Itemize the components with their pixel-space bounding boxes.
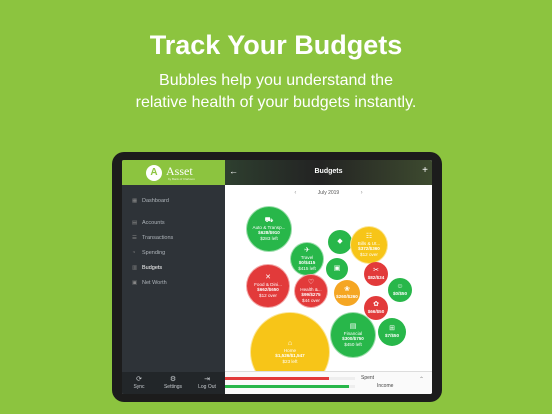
spent-income-summary[interactable]: Spent Income ⌃	[225, 371, 432, 394]
bubble-status: $415 left	[298, 265, 316, 271]
sidebar-item-label: Transactions	[142, 235, 174, 241]
budget-bubble-shopping[interactable]: ✂ $82/$34	[364, 262, 388, 286]
tablet-device: A Asset by Bank of Clarkson ▦ Dashboard ▤…	[112, 152, 442, 402]
brand-header: A Asset by Bank of Clarkson	[122, 160, 225, 185]
page-title: Budgets	[314, 168, 343, 175]
bills-icon: ☷	[365, 232, 373, 240]
bubble-amount: $260/$260	[336, 294, 358, 300]
settings-button[interactable]: ⚙ Settings	[158, 375, 188, 390]
sidebar-item-dashboard[interactable]: ▦ Dashboard	[132, 196, 169, 206]
plane-icon: ✈	[304, 246, 310, 254]
budget-bubble-kids[interactable]: ☺ $0/$50	[388, 278, 412, 302]
income-label: Income	[377, 383, 394, 389]
gift-icon: ◆	[337, 238, 343, 245]
app-tagline: by Bank of Clarkson	[168, 177, 195, 181]
sidebar-item-label: Accounts	[142, 220, 165, 226]
add-budget-button[interactable]: +	[422, 165, 428, 176]
car-icon: ⛟	[264, 216, 274, 224]
budget-bubble-entertainment[interactable]: ▣	[326, 258, 348, 280]
education-icon: ❀	[344, 286, 350, 294]
sidebar-item-label: Dashboard	[142, 198, 169, 204]
budget-bubble-travel[interactable]: ✈ Travel $0/$415 $415 left	[290, 242, 324, 276]
bubble-status: $283 left	[260, 235, 278, 241]
prev-month-icon[interactable]: ‹	[294, 190, 296, 196]
bubble-status: $44 over	[302, 297, 320, 303]
top-bar: ← Budgets +	[225, 160, 432, 185]
bubble-status: $23 left	[282, 358, 298, 364]
cart-icon: ⊞	[389, 325, 395, 333]
budget-bubble-uncategorized[interactable]: ⊞ $7/$50	[378, 318, 406, 346]
budget-bubble-food-dining[interactable]: ✕ Food & Dini... $662/$650 $12 over	[246, 264, 290, 308]
home-icon: ⌂	[287, 339, 293, 347]
next-month-icon[interactable]: ›	[361, 190, 363, 196]
entertainment-icon: ▣	[333, 265, 341, 272]
sync-button[interactable]: ⟳ Sync	[124, 375, 154, 390]
month-label: July 2019	[317, 190, 340, 196]
shopping-icon: ✂	[373, 267, 379, 275]
net-worth-icon: ▣	[132, 280, 138, 286]
sync-label: Sync	[133, 384, 145, 390]
heart-icon: ♡	[307, 278, 315, 286]
spent-bar	[225, 377, 329, 380]
financial-icon: ▤	[349, 322, 357, 330]
sidebar-item-label: Spending	[142, 250, 166, 256]
logout-icon: ⇥	[204, 376, 210, 383]
month-selector: ‹ July 2019 ›	[225, 190, 432, 196]
headline: Track Your Budgets	[149, 30, 403, 60]
sidebar-item-label: Budgets	[142, 265, 163, 271]
sidebar-footer: ⟳ Sync ⚙ Settings ⇥ Log Out	[122, 372, 225, 394]
bubble-amount: $82/$34	[367, 275, 385, 281]
sidebar: A Asset by Bank of Clarkson ▦ Dashboard ▤…	[122, 160, 225, 394]
budget-bubble-financial[interactable]: ▤ Financial $300/$750 $450 left	[330, 312, 376, 358]
bubble-status: $12 over	[259, 292, 277, 298]
logout-button[interactable]: ⇥ Log Out	[192, 375, 222, 390]
spent-label: Spent	[361, 375, 375, 381]
bubble-amount: $66/$50	[367, 309, 385, 315]
chevron-up-icon[interactable]: ⌃	[419, 376, 424, 383]
budget-bubble-bills-utilities[interactable]: ☷ Bills & Ut... $372/$360 $12 over	[350, 226, 388, 264]
logout-label: Log Out	[198, 384, 216, 390]
settings-icon: ⚙	[169, 376, 177, 383]
accounts-icon: ▤	[132, 220, 138, 226]
bubble-amount: $0/$50	[392, 291, 408, 297]
app-logo: A	[146, 165, 162, 181]
sidebar-item-transactions[interactable]: ☰ Transactions	[132, 233, 173, 243]
bubble-status: $12 over	[360, 251, 378, 257]
settings-label: Settings	[163, 384, 183, 390]
sidebar-item-budgets[interactable]: ▥ Budgets	[132, 263, 162, 273]
app-screen: A Asset by Bank of Clarkson ▦ Dashboard ▤…	[122, 160, 432, 394]
kids-icon: ☺	[396, 283, 404, 291]
bubble-status: $450 left	[344, 341, 362, 347]
budgets-icon: ▥	[132, 265, 138, 271]
personal-care-icon: ✿	[373, 301, 379, 309]
income-bar-track	[225, 385, 355, 388]
sidebar-item-accounts[interactable]: ▤ Accounts	[132, 218, 165, 228]
budget-bubble-auto-transport[interactable]: ⛟ Auto & Transp... $628/$910 $283 left	[246, 206, 292, 252]
sidebar-item-spending[interactable]: ◔ Spending	[132, 248, 165, 258]
subheadline-line-2: relative health of your budgets instantl…	[135, 94, 417, 111]
budget-bubble-gifts[interactable]: ◆	[328, 230, 352, 254]
spending-icon: ◔	[132, 250, 136, 256]
dashboard-icon: ▦	[132, 198, 138, 204]
budget-bubble-education[interactable]: ❀ $260/$260	[334, 280, 360, 306]
budget-bubble-health[interactable]: ♡ Health &... $99/$275 $44 over	[294, 274, 328, 308]
fork-knife-icon: ✕	[265, 273, 271, 281]
sync-icon: ⟳	[136, 376, 142, 383]
spent-bar-track	[225, 377, 355, 380]
sidebar-item-net-worth[interactable]: ▣ Net Worth	[132, 278, 167, 288]
income-bar	[225, 385, 349, 388]
subheadline-line-1: Bubbles help you understand the	[159, 72, 393, 89]
subheadline: Bubbles help you understand the relative…	[0, 70, 552, 114]
bubble-amount: $7/$50	[384, 333, 400, 339]
sidebar-item-label: Net Worth	[142, 280, 167, 286]
transactions-icon: ☰	[132, 235, 137, 241]
